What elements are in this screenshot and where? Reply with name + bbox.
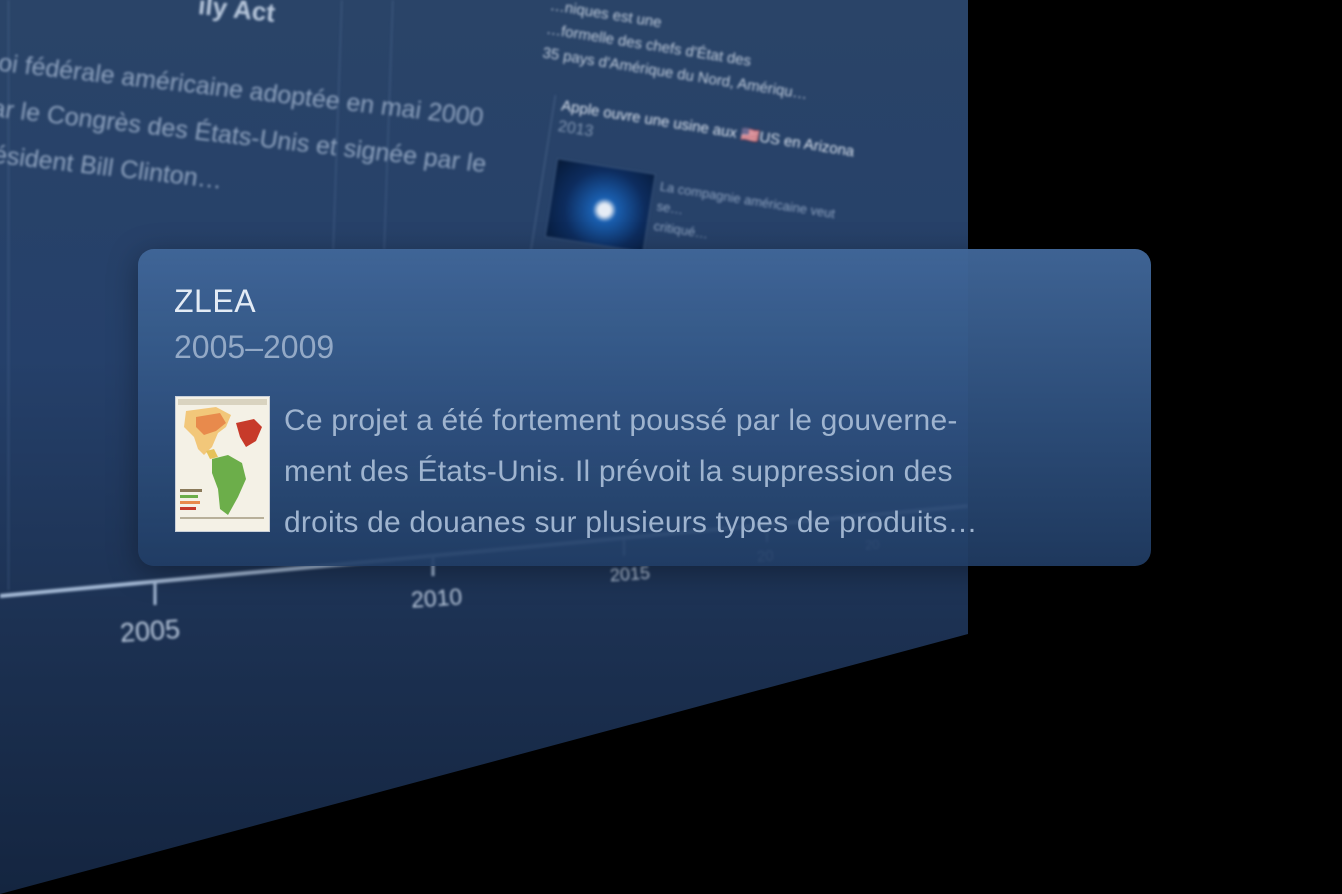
axis-label-2005: 2005 [118, 613, 182, 649]
tooltip-description: Ce projet a été fortement poussé par le … [284, 404, 978, 539]
americas-map-thumbnail-icon[interactable] [175, 396, 270, 532]
axis-label-2015: 2015 [609, 562, 651, 586]
axis-label-2010: 2010 [410, 583, 463, 613]
event-detail-tooltip[interactable]: ZLEA 2005–2009 Ce projet a été fortement… [138, 249, 1151, 566]
tooltip-title: ZLEA [174, 283, 257, 319]
app-viewport: ily Act oi fédérale américaine adoptée e… [0, 0, 1342, 894]
tooltip-date-range: 2005–2009 [174, 329, 335, 365]
